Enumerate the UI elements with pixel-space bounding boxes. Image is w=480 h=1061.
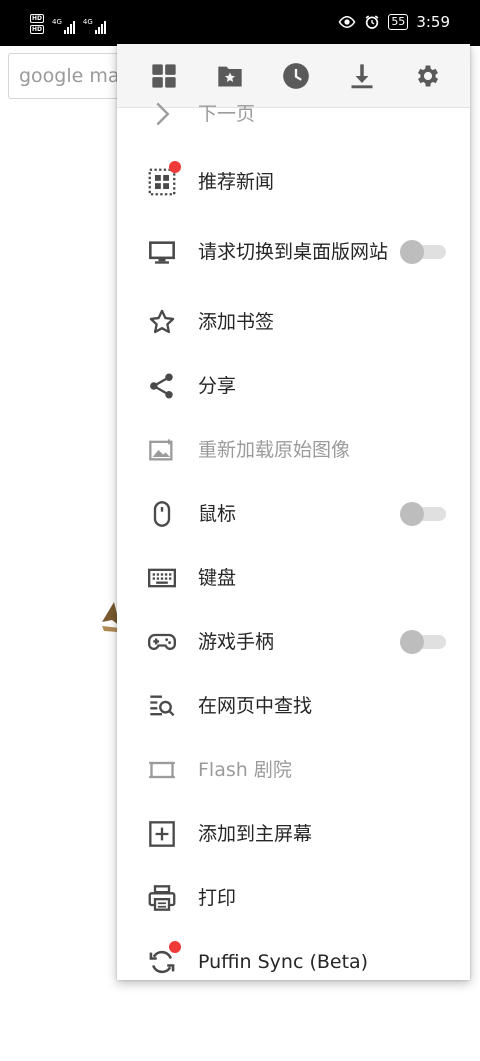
menu-item-find-in-page[interactable]: 在网页中查找: [117, 674, 470, 738]
menu-item-puffin-sync[interactable]: Puffin Sync (Beta): [117, 930, 470, 980]
menu-item-label: 下一页: [198, 103, 256, 125]
network-type: 4G: [52, 18, 62, 26]
menu-item-label: 键盘: [198, 567, 237, 589]
mouse-icon: [153, 501, 171, 527]
gamepad-toggle[interactable]: [400, 630, 448, 654]
hd-badges: HD HD: [30, 14, 44, 34]
menu-item-label: 鼠标: [198, 503, 237, 525]
menu-item-flash-theater[interactable]: Flash 剧院: [117, 738, 470, 802]
notification-badge: [169, 941, 181, 953]
menu-item-next-page[interactable]: 下一页: [117, 82, 470, 146]
clock-time: 3:59: [416, 13, 450, 31]
menu-item-keyboard[interactable]: 键盘: [117, 546, 470, 610]
menu-item-print[interactable]: 打印: [117, 866, 470, 930]
menu-item-desktop-site[interactable]: 请求切换到桌面版网站: [117, 214, 470, 290]
mouse-toggle[interactable]: [400, 502, 448, 526]
eye-icon: [338, 15, 356, 29]
menu-item-label: 推荐新闻: [198, 171, 275, 193]
desktop-site-toggle[interactable]: [400, 240, 448, 264]
menu-item-news[interactable]: 推荐新闻: [117, 150, 470, 214]
menu-item-add-to-home[interactable]: 添加到主屏幕: [117, 802, 470, 866]
find-in-page-icon: [150, 695, 175, 717]
hd-badge: HD: [30, 25, 44, 34]
battery-level: 55: [388, 14, 409, 30]
alarm-icon: [365, 15, 379, 29]
network-type: 4G: [82, 18, 93, 26]
chevron-right-icon: [156, 102, 170, 126]
printer-icon: [148, 885, 176, 911]
star-icon: [149, 309, 175, 334]
image-reload-icon: [149, 438, 173, 461]
keyboard-icon: [148, 568, 176, 588]
menu-item-gamepad[interactable]: 游戏手柄: [117, 610, 470, 674]
menu-item-label: 添加书签: [198, 311, 275, 333]
menu-item-label: 打印: [198, 887, 237, 909]
signal-icon: 4G: [83, 18, 106, 34]
menu-item-label: 重新加载原始图像: [198, 439, 351, 461]
notification-badge: [169, 161, 181, 173]
status-right: 55 3:59: [338, 13, 450, 31]
menu-item-add-bookmark[interactable]: 添加书签: [117, 290, 470, 354]
menu-item-reload-images[interactable]: 重新加载原始图像: [117, 418, 470, 482]
desktop-icon: [149, 241, 175, 264]
overflow-menu: 下一页 推荐新闻 请求切换到桌面版网站 添加书签 分享 重新加载原始图像 鼠标 …: [117, 44, 470, 980]
menu-item-label: 分享: [198, 375, 237, 397]
menu-item-label: Flash 剧院: [198, 759, 292, 781]
menu-item-label: 添加到主屏幕: [198, 823, 313, 845]
menu-item-label: 游戏手柄: [198, 631, 275, 653]
status-bar: HD HD 4G 4G 55 3:59: [0, 0, 480, 46]
menu-item-label: 在网页中查找: [198, 695, 313, 717]
menu-item-share[interactable]: 分享: [117, 354, 470, 418]
network-indicators: HD HD 4G 4G: [30, 14, 106, 34]
flash-theater-icon: [149, 761, 175, 779]
menu-item-mouse[interactable]: 鼠标: [117, 482, 470, 546]
signal-icon: 4G: [52, 18, 75, 34]
menu-item-label: 请求切换到桌面版网站: [198, 241, 389, 263]
gamepad-icon: [148, 633, 176, 650]
hd-badge: HD: [30, 14, 44, 23]
add-box-icon: [149, 821, 175, 847]
menu-item-label: Puffin Sync (Beta): [198, 951, 369, 973]
share-icon: [150, 373, 173, 399]
